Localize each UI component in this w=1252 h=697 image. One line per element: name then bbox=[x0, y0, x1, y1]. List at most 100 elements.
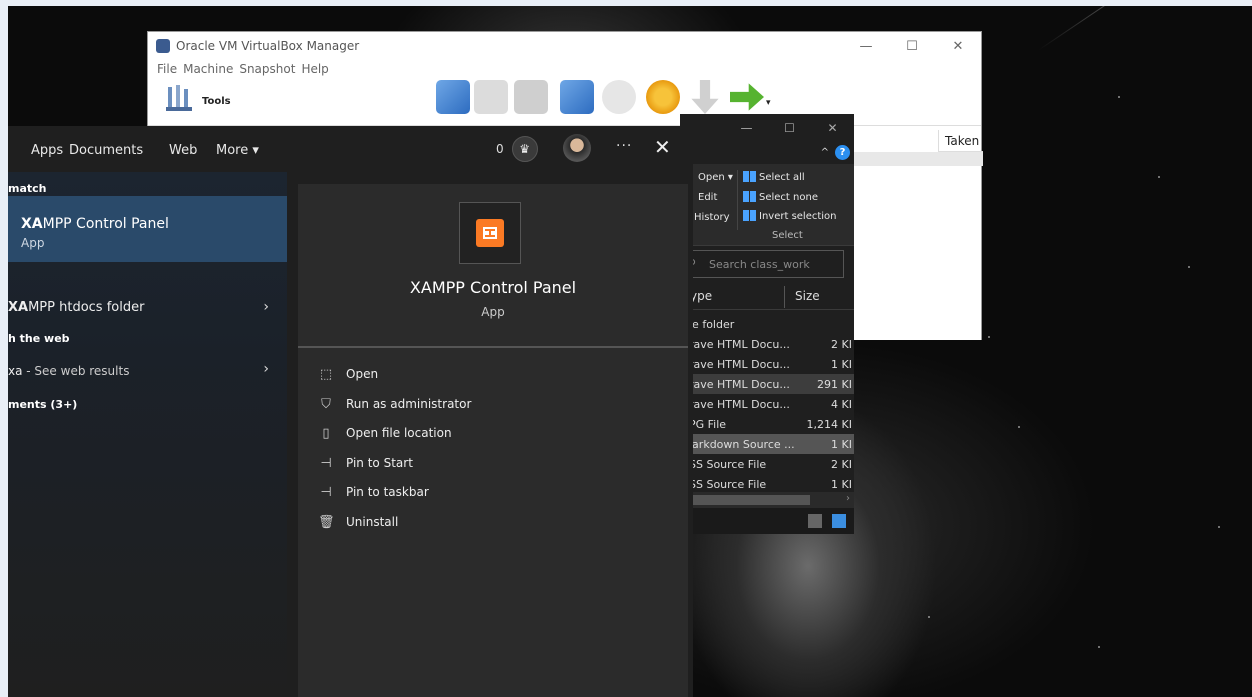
details-view-icon[interactable] bbox=[808, 514, 822, 528]
detail-title: XAMPP Control Panel bbox=[409, 278, 577, 297]
file-explorer-window[interactable]: — ☐ ✕ ^ ? Open ▾ Edit History Select all… bbox=[680, 114, 854, 534]
explorer-file-list: le folder rave HTML Docu... 2 KI rave HTM… bbox=[680, 314, 854, 494]
explorer-search-input[interactable]: Search class_work bbox=[686, 250, 844, 278]
avatar[interactable] bbox=[563, 134, 591, 162]
virtualbox-window-controls: — ☐ ✕ bbox=[843, 32, 981, 60]
new-vm-icon[interactable] bbox=[436, 80, 470, 114]
list-item[interactable]: SS Source File 1 KI bbox=[680, 474, 854, 494]
help-icon[interactable]: ? bbox=[835, 144, 850, 160]
star bbox=[1018, 426, 1020, 428]
explorer-maximize-button[interactable]: ☐ bbox=[768, 114, 811, 142]
menu-machine[interactable]: Machine bbox=[183, 62, 233, 76]
column-separator bbox=[784, 286, 785, 308]
select-none-label: Select none bbox=[759, 192, 818, 203]
start-dropdown-icon[interactable]: ▾ bbox=[766, 98, 771, 108]
horizontal-scrollbar[interactable]: › bbox=[680, 492, 854, 508]
rewards[interactable]: 0 ♛ bbox=[496, 126, 538, 172]
list-item[interactable]: PG File 1,214 KI bbox=[680, 414, 854, 434]
app-tile bbox=[459, 202, 521, 264]
web-section-label: h the web bbox=[8, 332, 70, 345]
tab-more[interactable]: More ▾ bbox=[216, 143, 259, 158]
scroll-right-icon[interactable]: › bbox=[846, 493, 850, 504]
pin-to-taskbar-action[interactable]: ⊣ Pin to taskbar bbox=[318, 482, 428, 502]
open-icon: ⬚ bbox=[319, 366, 333, 382]
start-arrow-icon[interactable] bbox=[730, 83, 764, 111]
action-label: Uninstall bbox=[346, 515, 399, 529]
invert-selection-icon bbox=[743, 210, 756, 221]
shield-icon: ⛉ bbox=[321, 396, 331, 412]
file-type: larkdown Source ... bbox=[689, 437, 795, 451]
list-item[interactable]: SS Source File 2 KI bbox=[680, 454, 854, 474]
gear-icon[interactable] bbox=[646, 80, 680, 114]
action-label: Open bbox=[346, 367, 379, 381]
file-type: PG File bbox=[689, 417, 727, 431]
chevron-right-icon: › bbox=[263, 299, 269, 315]
column-header-size[interactable]: Size bbox=[795, 289, 820, 303]
open-file-location-action[interactable]: ▯ Open file location bbox=[318, 423, 451, 443]
large-icons-view-icon[interactable] bbox=[832, 514, 846, 528]
detail-subtitle: App bbox=[481, 305, 505, 319]
column-header-type[interactable]: ype bbox=[690, 289, 712, 303]
explorer-statusbar bbox=[680, 508, 854, 534]
snapshot-icon[interactable] bbox=[602, 80, 636, 114]
htdocs-label: XAMPP htdocs folder bbox=[8, 300, 145, 315]
chevron-right-icon: › bbox=[263, 361, 269, 377]
tools-icon[interactable] bbox=[166, 83, 194, 113]
run-as-admin-action[interactable]: ⛉ Run as administrator bbox=[318, 394, 471, 414]
virtualbox-logo-icon bbox=[156, 39, 170, 53]
maximize-button[interactable]: ☐ bbox=[889, 32, 935, 60]
more-options-icon[interactable]: ··· bbox=[616, 138, 632, 154]
settings-vm-icon[interactable] bbox=[474, 80, 508, 114]
file-type: rave HTML Docu... bbox=[689, 397, 790, 411]
file-type: SS Source File bbox=[689, 477, 767, 491]
list-item[interactable]: le folder bbox=[680, 314, 854, 334]
list-item[interactable]: rave HTML Docu... 291 KI bbox=[680, 374, 854, 394]
xampp-logo-icon bbox=[476, 219, 504, 247]
pin-icon: ⊣ bbox=[320, 455, 332, 471]
ribbon-history-button[interactable]: History bbox=[694, 212, 730, 223]
explorer-window-controls: — ☐ ✕ bbox=[725, 114, 854, 142]
best-match-result[interactable]: XAMPP Control Panel App bbox=[8, 196, 287, 262]
scrollbar-thumb[interactable] bbox=[680, 495, 810, 505]
detail-divider bbox=[298, 346, 688, 348]
list-item[interactable]: larkdown Source ... 1 KI bbox=[680, 434, 854, 454]
file-type: rave HTML Docu... bbox=[689, 377, 790, 391]
tab-apps[interactable]: Apps bbox=[31, 143, 63, 158]
ribbon-open-button[interactable]: Open ▾ bbox=[698, 172, 733, 183]
vm-tools-icon[interactable] bbox=[560, 80, 594, 114]
menu-file[interactable]: File bbox=[157, 62, 177, 76]
invert-selection-label: Invert selection bbox=[759, 211, 837, 222]
invert-selection-button[interactable]: Invert selection bbox=[743, 210, 837, 222]
file-size: 1,214 KI bbox=[806, 417, 852, 431]
minimize-button[interactable]: — bbox=[843, 32, 889, 60]
ribbon-edit-button[interactable]: Edit bbox=[698, 192, 717, 203]
uninstall-action[interactable]: 🗑 Uninstall bbox=[318, 512, 398, 532]
close-button[interactable]: ✕ bbox=[935, 32, 981, 60]
select-all-button[interactable]: Select all bbox=[743, 171, 805, 183]
documents-section-label[interactable]: ments (3+) bbox=[8, 398, 77, 411]
tab-web[interactable]: Web bbox=[169, 143, 197, 158]
menu-snapshot[interactable]: Snapshot bbox=[239, 62, 295, 76]
explorer-close-button[interactable]: ✕ bbox=[811, 114, 854, 142]
best-match-title: XAMPP Control Panel bbox=[21, 216, 169, 232]
pin-to-start-action[interactable]: ⊣ Pin to Start bbox=[318, 453, 413, 473]
open-action[interactable]: ⬚ Open bbox=[318, 364, 378, 384]
web-result-label: xa - See web results bbox=[8, 364, 130, 378]
list-item[interactable]: rave HTML Docu... 4 KI bbox=[680, 394, 854, 414]
trash-icon: 🗑 bbox=[318, 514, 335, 530]
list-item[interactable]: rave HTML Docu... 2 KI bbox=[680, 334, 854, 354]
htdocs-result[interactable]: XAMPP htdocs folder › bbox=[8, 298, 287, 322]
tab-documents[interactable]: Documents bbox=[69, 143, 143, 158]
list-item[interactable]: rave HTML Docu... 1 KI bbox=[680, 354, 854, 374]
discard-vm-icon[interactable] bbox=[514, 80, 548, 114]
explorer-minimize-button[interactable]: — bbox=[725, 114, 768, 142]
menu-help[interactable]: Help bbox=[301, 62, 328, 76]
file-type: rave HTML Docu... bbox=[689, 357, 790, 371]
close-icon[interactable]: ✕ bbox=[654, 135, 671, 159]
select-none-button[interactable]: Select none bbox=[743, 191, 818, 203]
ribbon-collapse-icon[interactable]: ^ bbox=[821, 147, 829, 158]
web-result[interactable]: xa - See web results › bbox=[8, 361, 287, 382]
arrow-down-icon[interactable] bbox=[691, 80, 719, 114]
file-size: 2 KI bbox=[831, 337, 852, 351]
column-header-taken[interactable]: Taken bbox=[938, 130, 983, 152]
